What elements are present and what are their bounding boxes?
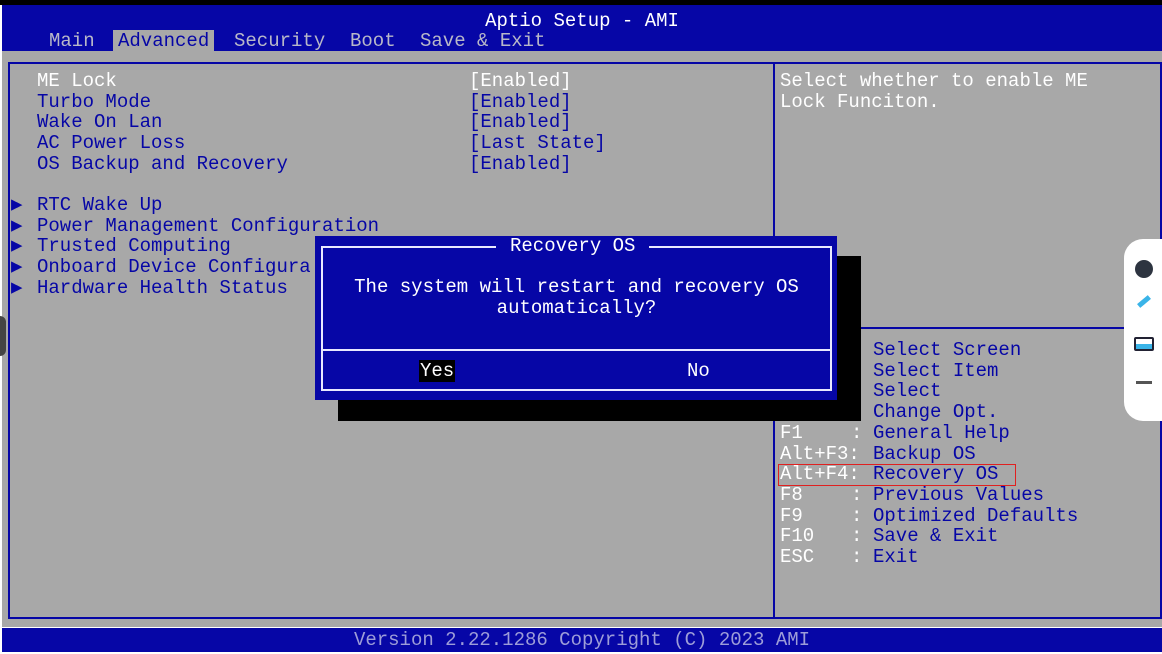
record-icon[interactable] [1135, 260, 1153, 278]
key-description: General Help [873, 421, 1010, 444]
submenu-item[interactable]: Trusted Computing [37, 236, 231, 257]
no-button[interactable]: No [687, 360, 710, 382]
pen-icon[interactable] [1137, 295, 1151, 308]
dialog-divider [321, 349, 832, 351]
screenshot-icon[interactable] [1134, 337, 1154, 351]
setting-value[interactable]: [Enabled] [469, 154, 572, 175]
app-title: Aptio Setup - AMI [485, 10, 679, 32]
setting-label[interactable]: AC Power Loss [37, 133, 185, 154]
tab-security[interactable]: Security [229, 30, 330, 52]
key-separator: : [851, 504, 863, 527]
yes-button[interactable]: Yes [419, 360, 456, 382]
key-description: Change Opt. [873, 401, 999, 424]
key-name: F1 [780, 421, 803, 444]
footer-version: Version 2.22.1286 Copyright (C) 2023 AMI [2, 628, 1162, 652]
tab-advanced[interactable]: Advanced [113, 30, 215, 52]
setting-label[interactable]: OS Backup and Recovery [37, 154, 288, 175]
submenu-arrow-icon: ▶ [11, 256, 23, 279]
help-text-line1: Select whether to enable ME [780, 70, 1088, 92]
recovery-os-highlight-box [778, 464, 1016, 486]
key-description: Optimized Defaults [873, 504, 1079, 527]
key-separator: : [851, 525, 863, 548]
key-name: Alt+F3: [780, 442, 860, 465]
header-bar: Aptio Setup - AMI Main Advanced Security… [2, 5, 1162, 52]
setting-label[interactable]: Turbo Mode [37, 91, 151, 113]
side-handle[interactable] [0, 316, 6, 356]
dialog-message: The system will restart and recovery OS … [354, 276, 799, 319]
key-name: F10 [780, 525, 815, 548]
setting-label[interactable]: ME Lock [37, 71, 117, 92]
submenu-item[interactable]: Hardware Health Status [37, 278, 288, 299]
key-separator: : [851, 546, 863, 568]
setting-label[interactable]: Wake On Lan [37, 112, 162, 133]
submenu-arrow-icon: ▶ [11, 276, 23, 299]
help-text-line2: Lock Funciton. [780, 91, 940, 113]
key-name: F9 [780, 504, 803, 527]
setting-value[interactable]: [Enabled] [469, 71, 572, 92]
tab-save-exit[interactable]: Save & Exit [415, 30, 550, 52]
submenu-item[interactable]: RTC Wake Up [37, 195, 162, 216]
key-description: Select Item [873, 359, 999, 382]
floating-toolbar [1124, 239, 1162, 421]
key-separator: : [851, 483, 863, 506]
key-description: Backup OS [873, 442, 976, 465]
setting-value[interactable]: [Last State] [469, 133, 606, 154]
key-description: Select Screen [873, 339, 1022, 361]
key-description: Previous Values [873, 483, 1045, 506]
tab-boot[interactable]: Boot [345, 30, 401, 52]
key-description: Select [873, 380, 942, 403]
key-name: ESC [780, 546, 815, 568]
submenu-item[interactable]: Onboard Device Configura [37, 257, 311, 278]
setting-value[interactable]: [Enabled] [469, 91, 572, 113]
setting-value[interactable]: [Enabled] [469, 112, 572, 133]
submenu-arrow-icon: ▶ [11, 194, 23, 216]
key-description: Exit [873, 546, 919, 568]
collapse-icon[interactable] [1136, 381, 1152, 384]
dialog-title: Recovery OS [496, 236, 650, 256]
key-description: Save & Exit [873, 525, 999, 548]
submenu-arrow-icon: ▶ [11, 214, 23, 237]
submenu-arrow-icon: ▶ [11, 235, 23, 258]
key-name: F8 [780, 483, 803, 506]
key-separator: : [851, 421, 863, 444]
submenu-item[interactable]: Power Management Configuration [37, 215, 379, 237]
tab-main[interactable]: Main [44, 30, 100, 52]
